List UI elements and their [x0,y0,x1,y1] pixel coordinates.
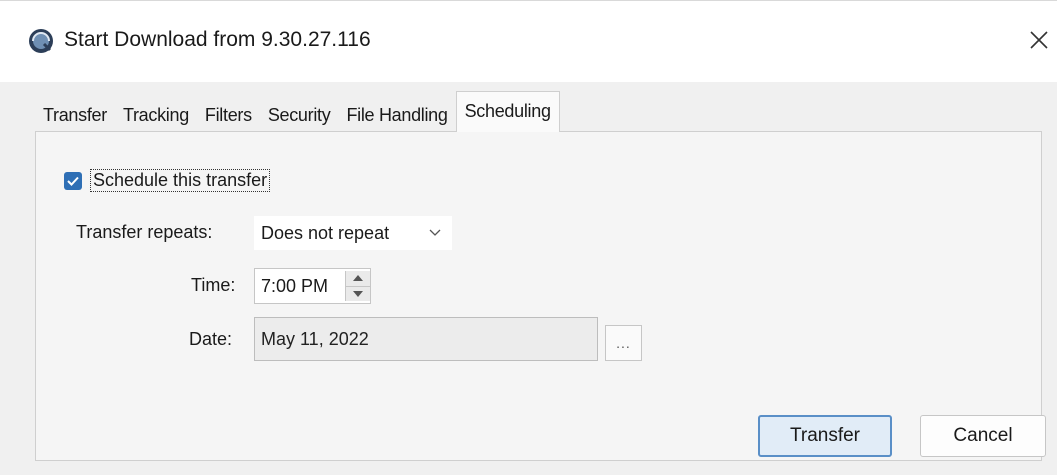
checkmark-icon [67,176,79,186]
time-label: Time: [191,275,236,295]
tab-filters[interactable]: Filters [197,98,260,132]
schedule-checkbox-label[interactable]: Schedule this transfer [90,169,271,192]
tab-security[interactable]: Security [260,98,339,132]
time-increment-button[interactable] [346,271,370,286]
time-decrement-button[interactable] [346,285,370,301]
window-title: Start Download from 9.30.27.116 [64,28,371,51]
tab-scheduling[interactable]: Scheduling [455,91,560,132]
scheduling-panel: Schedule this transfer Transfer repeats:… [35,131,1042,461]
repeats-label: Transfer repeats: [76,222,213,242]
close-button[interactable] [1022,21,1056,59]
repeats-value: Does not repeat [261,222,390,243]
tab-strip: Transfer Tracking Filters Security File … [35,91,560,132]
title-bar: Start Download from 9.30.27.116 [0,0,1057,83]
transfer-button[interactable]: Transfer [758,415,892,457]
cancel-button[interactable]: Cancel [920,415,1046,457]
close-icon [1030,31,1048,49]
arrow-down-icon [353,290,364,297]
chevron-down-icon [429,229,441,236]
arrow-up-icon [353,275,364,282]
tab-tracking[interactable]: Tracking [115,98,197,132]
schedule-checkbox-row: Schedule this transfer [64,169,271,192]
repeats-select[interactable]: Does not repeat [254,216,452,250]
date-picker-button[interactable]: ... [605,325,642,361]
schedule-checkbox[interactable] [64,171,82,190]
time-spinner-buttons [345,271,370,301]
date-field[interactable]: May 11, 2022 [254,317,598,361]
date-label: Date: [189,329,233,349]
tab-file-handling[interactable]: File Handling [338,98,455,132]
dialog-content: Transfer Tracking Filters Security File … [0,82,1057,475]
time-spinner: 7:00 PM [254,268,371,304]
time-input[interactable]: 7:00 PM [255,276,345,297]
app-globe-icon [29,29,53,53]
tab-transfer[interactable]: Transfer [35,98,115,132]
